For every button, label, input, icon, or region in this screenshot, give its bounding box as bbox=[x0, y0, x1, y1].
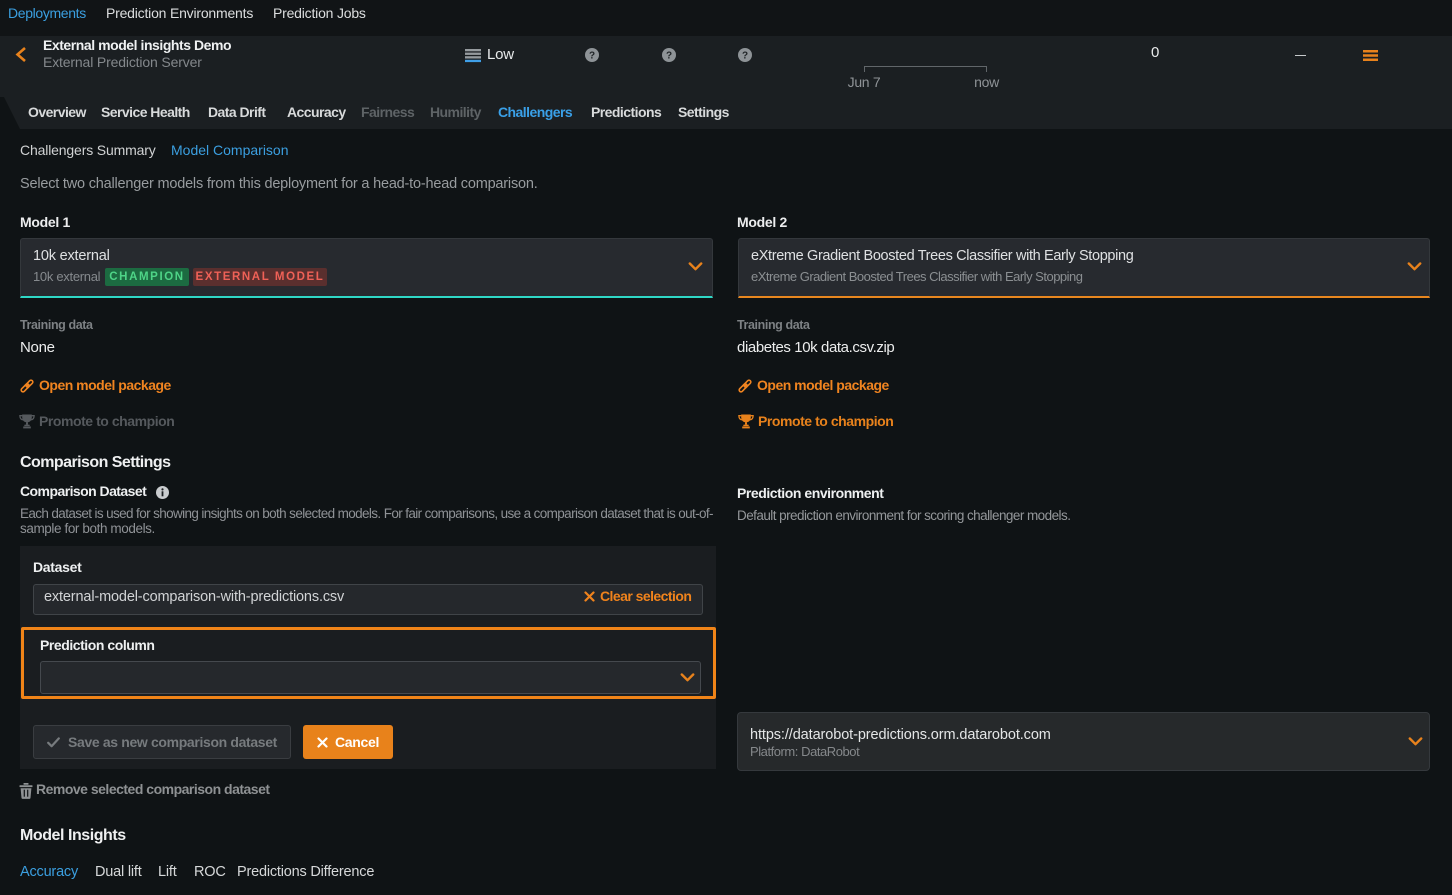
svg-text:?: ? bbox=[589, 51, 595, 62]
svg-text:?: ? bbox=[666, 51, 672, 62]
svg-text:?: ? bbox=[742, 51, 748, 62]
